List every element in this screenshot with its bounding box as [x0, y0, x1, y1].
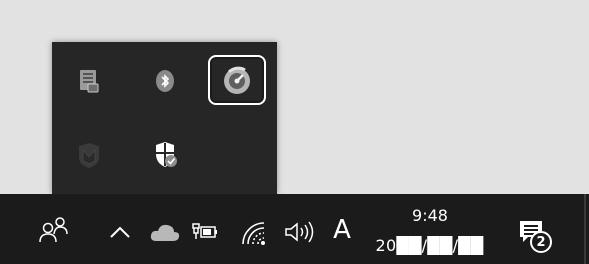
- dial-app-icon[interactable]: [208, 55, 266, 105]
- wifi-icon[interactable]: [238, 218, 268, 248]
- people-icon[interactable]: [34, 214, 74, 246]
- show-desktop-divider[interactable]: [584, 194, 586, 264]
- clock-date: 20██/██/██: [375, 236, 484, 255]
- clock-time: 9:48: [412, 206, 448, 225]
- taskbar: A 9:48 20██/██/██ 2: [0, 194, 589, 264]
- battery-charging-icon[interactable]: [190, 218, 220, 246]
- antivirus-shield-icon[interactable]: [66, 132, 112, 178]
- bluetooth-icon[interactable]: [142, 58, 188, 104]
- notification-center-icon[interactable]: 2: [513, 214, 553, 254]
- ime-indicator[interactable]: A: [327, 212, 357, 248]
- network-monitor-app-icon[interactable]: [66, 58, 112, 104]
- windows-security-icon[interactable]: [142, 132, 188, 178]
- notification-count-badge: 2: [530, 231, 552, 253]
- volume-icon[interactable]: [282, 218, 316, 246]
- overflow-tray-panel: [52, 42, 277, 194]
- onedrive-cloud-icon[interactable]: [148, 218, 182, 246]
- show-hidden-icons-chevron[interactable]: [106, 218, 134, 246]
- ime-indicator-label: A: [333, 215, 351, 245]
